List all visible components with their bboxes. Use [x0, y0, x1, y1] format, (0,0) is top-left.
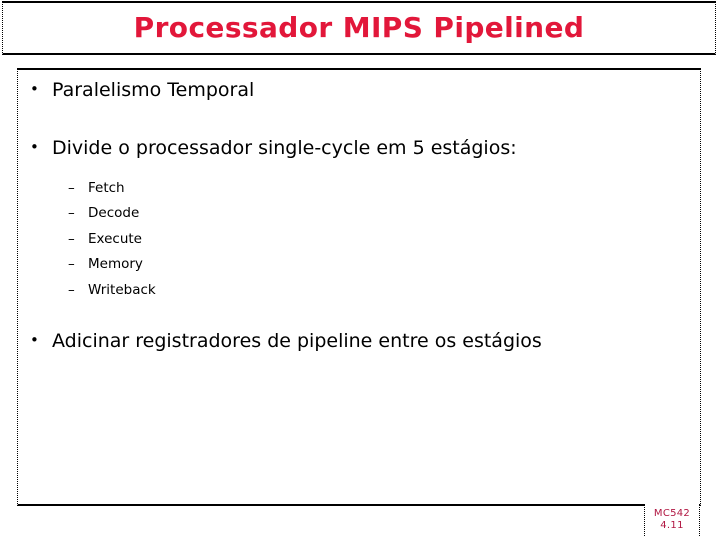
slide: Processador MIPS Pipelined • Paralelismo…	[0, 0, 720, 540]
list-item-label: Fetch	[88, 179, 125, 196]
bullet-marker-icon: •	[30, 80, 39, 98]
bullet-item-divide: • Divide o processador single-cycle em 5…	[22, 136, 696, 160]
list-item-label: Memory	[88, 256, 143, 273]
bullet-label: Paralelismo Temporal	[52, 79, 255, 101]
dash-marker-icon: –	[68, 281, 75, 298]
list-item-fetch: – Fetch	[22, 179, 696, 196]
slide-number: 4.11	[660, 520, 684, 531]
dash-marker-icon: –	[68, 256, 75, 273]
list-item-label: Decode	[88, 205, 140, 222]
list-item-execute: – Execute	[22, 230, 696, 247]
footer-badge: MC542 4.11	[644, 504, 700, 536]
page-title: Processador MIPS Pipelined	[133, 11, 585, 44]
list-item-memory: – Memory	[22, 256, 696, 273]
list-item-label: Writeback	[88, 281, 156, 298]
dash-marker-icon: –	[68, 230, 75, 247]
bullet-marker-icon: •	[30, 331, 39, 350]
dash-marker-icon: –	[68, 205, 75, 222]
bullet-label: Adicinar registradores de pipeline entre…	[52, 330, 542, 353]
bullet-item-adicionar: • Adicinar registradores de pipeline ent…	[22, 330, 696, 353]
stage-list: – Fetch – Decode – Execute – Memory – Wr…	[22, 179, 696, 298]
title-placeholder: Processador MIPS Pipelined	[2, 1, 716, 55]
bullet-label: Divide o processador single-cycle em 5 e…	[52, 136, 517, 159]
dash-marker-icon: –	[68, 179, 75, 196]
body-placeholder: • Paralelismo Temporal • Divide o proces…	[17, 68, 701, 506]
bullet-marker-icon: •	[30, 137, 39, 156]
list-item-writeback: – Writeback	[22, 281, 696, 298]
course-code: MC542	[653, 507, 691, 519]
list-item-label: Execute	[88, 230, 142, 247]
list-item-decode: – Decode	[22, 205, 696, 222]
bullet-item-paralelismo: • Paralelismo Temporal	[22, 79, 696, 102]
